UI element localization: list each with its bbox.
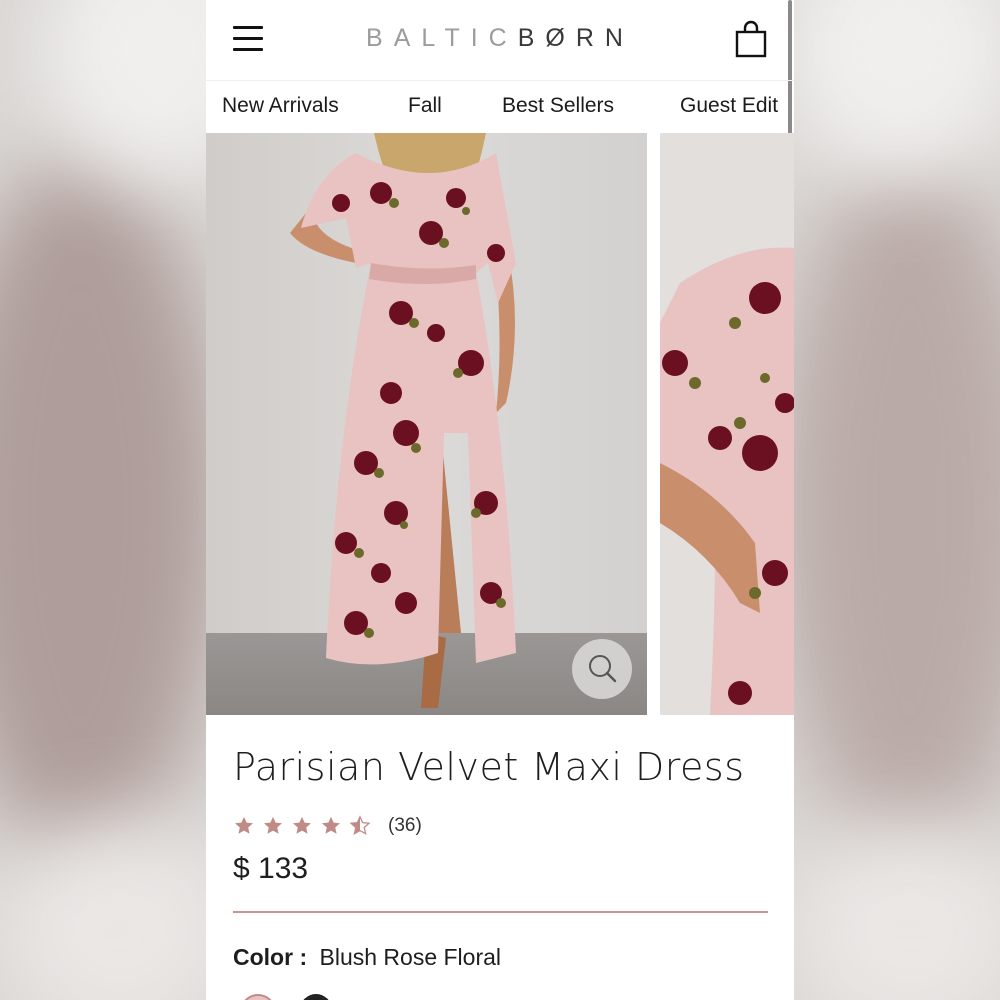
divider: [233, 911, 768, 913]
zoom-button[interactable]: [572, 639, 632, 699]
site-header: BALTICBØRN: [206, 0, 794, 81]
magnifier-icon: [589, 655, 617, 683]
star-icon: [322, 816, 340, 834]
color-swatch-blush-rose[interactable]: [240, 994, 276, 1000]
star-icon: [293, 816, 311, 834]
star-icon: [235, 816, 253, 834]
product-image-main[interactable]: [206, 133, 647, 715]
color-selection: Color : Blush Rose Floral: [233, 944, 501, 971]
product-image-detail[interactable]: [660, 133, 794, 715]
star-icon: [264, 816, 282, 834]
mobile-page: BALTICBØRN New Arrivals Fall Best Seller…: [206, 0, 794, 1000]
product-price: $ 133: [233, 852, 309, 885]
nav-new-arrivals[interactable]: New Arrivals: [222, 94, 339, 118]
shopping-bag-icon[interactable]: [733, 20, 769, 60]
product-rating[interactable]: (36): [233, 812, 422, 840]
color-swatch-dark[interactable]: [300, 994, 332, 1000]
half-star-icon: [349, 815, 371, 835]
product-gallery[interactable]: [206, 133, 794, 715]
nav-best-sellers[interactable]: Best Sellers: [502, 94, 614, 118]
logo-light-text: BALTIC: [366, 24, 518, 52]
color-label: Color :: [233, 944, 308, 970]
logo-dark-text: BØRN: [517, 24, 634, 52]
product-title: Parisian Velvet Maxi Dress: [233, 745, 745, 789]
category-nav: New Arrivals Fall Best Sellers Guest Edi…: [206, 82, 794, 132]
brand-logo[interactable]: BALTICBØRN: [206, 24, 794, 53]
color-value: Blush Rose Floral: [319, 944, 502, 970]
review-count[interactable]: (36): [388, 815, 422, 837]
nav-guest-edit[interactable]: Guest Edit: [680, 94, 778, 118]
nav-fall[interactable]: Fall: [408, 94, 442, 118]
